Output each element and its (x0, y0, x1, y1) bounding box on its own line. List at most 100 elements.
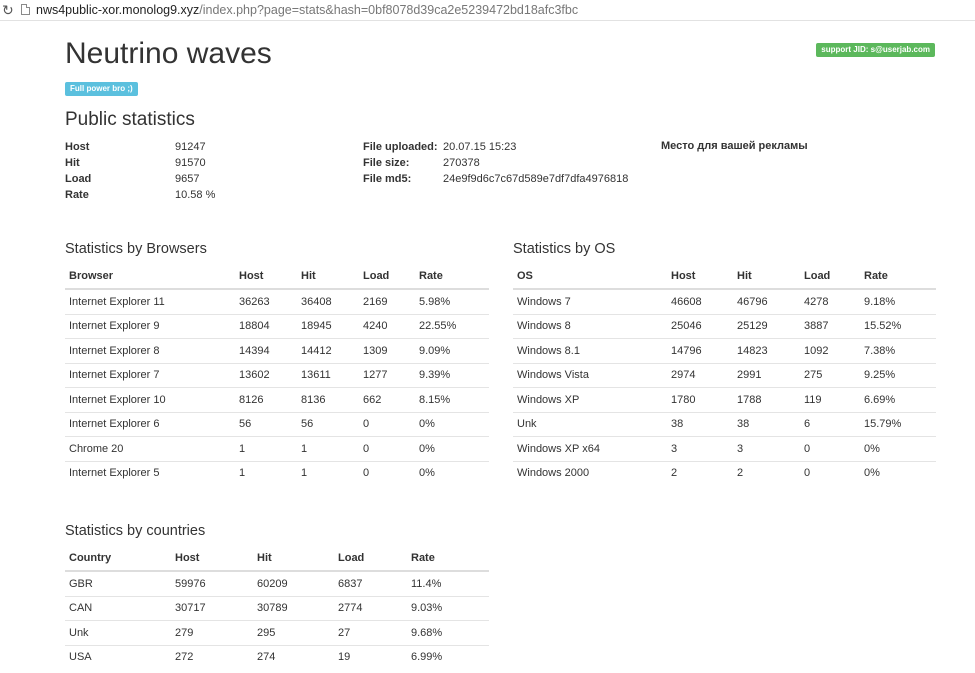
column-header: Rate (860, 264, 936, 290)
table-cell: 1780 (667, 387, 733, 412)
table-cell: 0% (415, 436, 489, 461)
table-cell: USA (65, 644, 171, 669)
url-text[interactable]: nws4public-xor.monolog9.xyz/index.php?pa… (36, 3, 578, 17)
table-cell: 30717 (171, 595, 253, 621)
summary-load-row: Load 9657 (65, 171, 245, 187)
table-cell: Internet Explorer 5 (65, 460, 235, 485)
table-row: Internet Explorer 5 1 1 0 0% (65, 460, 489, 485)
table-cell: 2 (667, 460, 733, 485)
countries-table: Country Host Hit Load Rate GBR 59976 60209 6837 1… (65, 546, 489, 669)
url-path: /index.php?page=stats&hash=0bf8078d39ca2… (199, 3, 579, 17)
table-cell: 13611 (297, 362, 359, 388)
table-cell: 6.99% (407, 644, 489, 669)
reload-icon[interactable]: ↻ (2, 1, 14, 19)
table-cell: 1 (235, 436, 297, 461)
table-cell: Windows XP x64 (513, 436, 667, 461)
url-domain: nws4public-xor.monolog9.xyz (36, 3, 200, 17)
table-cell: 119 (800, 387, 860, 412)
summary-host-row: Host 91247 (65, 139, 245, 155)
table-row: Unk 279 295 27 9.68% (65, 620, 489, 645)
table-cell: 60209 (253, 570, 334, 596)
summary-value: 9657 (175, 173, 200, 185)
table-cell: 14796 (667, 338, 733, 363)
column-header: Host (667, 264, 733, 290)
table-cell: 46796 (733, 288, 800, 314)
table-cell: 13602 (235, 362, 297, 388)
table-cell: 36263 (235, 288, 297, 314)
file-label: File uploaded: (363, 141, 438, 153)
table-cell: 3 (667, 436, 733, 461)
table-cell: 0 (359, 411, 415, 437)
table-cell: 38 (667, 411, 733, 437)
table-cell: 275 (800, 362, 860, 388)
table-cell: 38 (733, 411, 800, 437)
browsers-title: Statistics by Browsers (65, 241, 207, 257)
table-cell: 1277 (359, 362, 415, 388)
table-cell: 0 (359, 460, 415, 485)
column-header: Host (171, 546, 253, 572)
page-icon (21, 4, 30, 15)
table-cell: Windows 7 (513, 288, 667, 314)
column-header: Browser (65, 264, 235, 290)
table-header-row: Country Host Hit Load Rate (65, 546, 489, 572)
table-row: Internet Explorer 9 18804 18945 4240 22.55% (65, 313, 489, 339)
table-cell: 2991 (733, 362, 800, 388)
table-cell: 9.03% (407, 595, 489, 621)
table-row: Chrome 20 1 1 0 0% (65, 436, 489, 461)
table-cell: Internet Explorer 8 (65, 338, 235, 363)
summary-label: Host (65, 141, 90, 153)
table-cell: 1788 (733, 387, 800, 412)
column-header: Rate (407, 546, 489, 572)
table-cell: 662 (359, 387, 415, 412)
table-cell: 1092 (800, 338, 860, 363)
table-cell: 272 (171, 644, 253, 669)
file-label: File size: (363, 157, 410, 169)
table-cell: Windows 2000 (513, 460, 667, 485)
table-row: Windows 7 46608 46796 4278 9.18% (513, 288, 936, 314)
table-cell: 0 (800, 460, 860, 485)
table-cell: Internet Explorer 11 (65, 288, 235, 314)
table-cell: 18945 (297, 313, 359, 339)
table-cell: Internet Explorer 7 (65, 362, 235, 388)
summary-rate-row: Rate 10.58 % (65, 187, 245, 203)
table-cell: 25129 (733, 313, 800, 339)
table-cell: 56 (235, 411, 297, 437)
column-header: Country (65, 546, 171, 572)
table-row: Internet Explorer 8 14394 14412 1309 9.09% (65, 338, 489, 363)
column-header: Load (359, 264, 415, 290)
table-cell: 9.09% (415, 338, 489, 363)
table-cell: 2974 (667, 362, 733, 388)
table-cell: 0% (415, 460, 489, 485)
ad-placeholder: Место для вашей рекламы (661, 140, 808, 152)
full-power-badge: Full power bro ;) (65, 82, 138, 96)
table-row: Internet Explorer 10 8126 8136 662 8.15% (65, 387, 489, 412)
column-header: Load (334, 546, 407, 572)
file-info: File uploaded: 20.07.15 15:23 File size:… (363, 139, 653, 187)
os-table: OS Host Hit Load Rate Windows 7 46608 46796 4278… (513, 264, 936, 485)
table-row: Windows 8.1 14796 14823 1092 7.38% (513, 338, 936, 363)
summary-value: 10.58 % (175, 189, 216, 201)
table-cell: Internet Explorer 10 (65, 387, 235, 412)
os-title: Statistics by OS (513, 241, 616, 257)
table-cell: 2169 (359, 288, 415, 314)
table-cell: Unk (65, 620, 171, 645)
column-header: Hit (733, 264, 800, 290)
table-cell: 5.98% (415, 288, 489, 314)
table-cell: 11.4% (407, 570, 489, 596)
table-row: Internet Explorer 6 56 56 0 0% (65, 411, 489, 437)
table-cell: 8126 (235, 387, 297, 412)
table-cell: CAN (65, 595, 171, 621)
summary-hit-row: Hit 91570 (65, 155, 245, 171)
table-cell: 9.68% (407, 620, 489, 645)
browser-address-bar[interactable]: ↻ nws4public-xor.monolog9.xyz/index.php?… (0, 0, 975, 21)
table-cell: 4278 (800, 288, 860, 314)
table-cell: 1 (297, 460, 359, 485)
table-cell: 36408 (297, 288, 359, 314)
table-cell: 59976 (171, 570, 253, 596)
table-cell: 7.38% (860, 338, 936, 363)
file-value: 20.07.15 15:23 (443, 141, 517, 153)
table-cell: 56 (297, 411, 359, 437)
table-cell: 27 (334, 620, 407, 645)
table-cell: Chrome 20 (65, 436, 235, 461)
table-cell: 22.55% (415, 313, 489, 339)
